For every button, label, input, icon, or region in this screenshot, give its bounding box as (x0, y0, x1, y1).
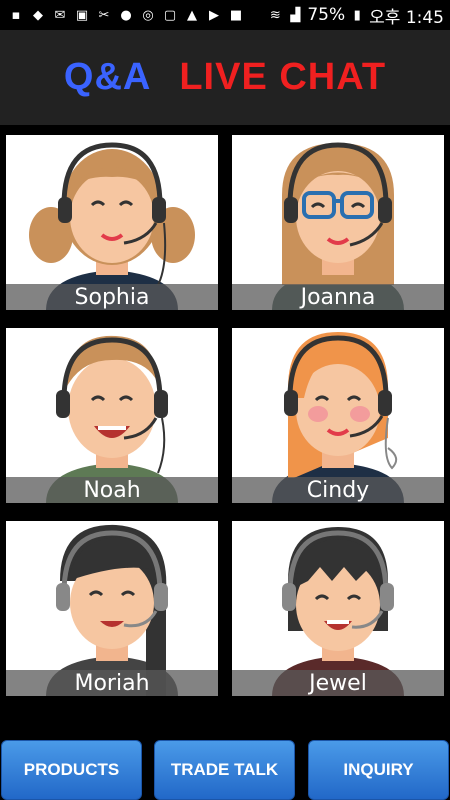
inquiry-button[interactable]: INQUIRY (308, 740, 449, 800)
battery-percent: 75% (307, 5, 346, 25)
products-button[interactable]: PRODUCTS (1, 740, 142, 800)
mail-icon: ✉ (54, 7, 66, 23)
agent-card-noah[interactable]: Noah (6, 328, 218, 503)
agent-name: Noah (6, 477, 218, 503)
bottom-nav: PRODUCTS TRADE TALK INQUIRY (0, 738, 450, 800)
agent-card-cindy[interactable]: Cindy (232, 328, 444, 503)
sync-icon: ◎ (142, 7, 154, 23)
title-qa: Q&A (63, 56, 152, 98)
title-live-chat: LIVE CHAT (179, 56, 387, 98)
agent-name: Joanna (232, 284, 444, 310)
tools-icon: ✂ (98, 7, 110, 23)
agent-card-joanna[interactable]: Joanna (232, 135, 444, 310)
agent-card-moriah[interactable]: Moriah (6, 521, 218, 696)
app-icon: ▢ (163, 7, 177, 23)
agent-name: Cindy (232, 477, 444, 503)
signal-icon: ▟ (290, 7, 301, 23)
wifi-icon: ≋ (269, 7, 281, 23)
agent-grid: Sophia Joanna Noah Cindy Moriah Jewel (0, 125, 450, 710)
notification-icon: ◆ (33, 7, 43, 23)
agent-name: Sophia (6, 284, 218, 310)
agent-name: Moriah (6, 670, 218, 696)
clock: 오후 1:45 (369, 7, 444, 28)
chat-icon: ● (120, 7, 132, 23)
folder-icon: ■ (229, 7, 243, 23)
warning-icon: ▲ (187, 7, 197, 23)
battery-icon: ▮ (353, 7, 361, 23)
app-header: Q&A LIVE CHAT (0, 30, 450, 125)
agent-name: Jewel (232, 670, 444, 696)
image-icon: ▣ (75, 7, 89, 23)
status-bar: ▪ ◆ ✉ ▣ ✂ ● ◎ ▢ ▲ ▶ ■ ≋ ▟ 75% ▮ 오후 1:45 (0, 0, 450, 30)
youtube-icon: ▶ (209, 7, 219, 23)
agent-card-sophia[interactable]: Sophia (6, 135, 218, 310)
trade-talk-button[interactable]: TRADE TALK (154, 740, 295, 800)
agent-card-jewel[interactable]: Jewel (232, 521, 444, 696)
trash-icon: ▪ (11, 7, 21, 23)
